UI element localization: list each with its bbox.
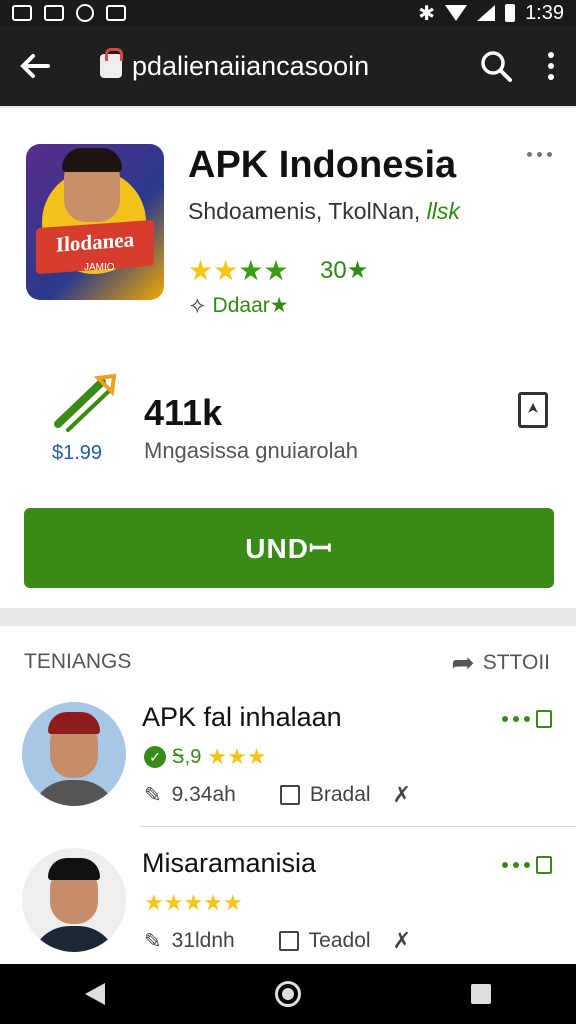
review-action-label: Teadol — [308, 929, 371, 952]
review-app-name: Misaramanisia — [142, 848, 317, 878]
star-icon: ★ — [213, 255, 239, 286]
review-date: 9.34ah — [171, 783, 236, 806]
app-rating-count: 30★ — [320, 257, 369, 284]
icon-sub-text: JAMIO — [84, 262, 115, 273]
app-title: APK Indonesia — [188, 144, 457, 186]
reviews-card: TENIANGS ➦ STTOII APK fal inhalaan ✓ Ꭶ,9… — [0, 626, 576, 966]
upload-icon — [536, 856, 552, 874]
review-rating: ✓ Ꭶ,9 ★★★ — [144, 744, 267, 770]
avatar — [22, 848, 126, 952]
app-rating-stars: ★ ★ ★ ★ — [188, 254, 288, 287]
edit-icon: ✎ — [144, 929, 162, 953]
review-score: Ꭶ,9 — [172, 745, 202, 768]
developer-tag: llsk — [426, 198, 460, 224]
app-developer[interactable]: Shdoamenis, TkolNan, llsk — [188, 198, 460, 225]
pin-icon[interactable]: ✗ — [393, 928, 411, 954]
sync-icon — [76, 4, 94, 22]
review-app-name: APK fal inhalaan — [142, 702, 342, 732]
review-date: 31ldnh — [171, 929, 235, 952]
checkbox-icon[interactable] — [279, 785, 300, 805]
upload-icon — [536, 710, 552, 728]
review-rating: ★★★★★ — [144, 890, 243, 916]
divider — [140, 826, 576, 827]
share-button[interactable]: ➦ STTOII — [451, 646, 550, 679]
review-actions[interactable] — [502, 856, 552, 874]
avatar — [22, 702, 126, 806]
download-icon — [106, 5, 126, 21]
check-icon: ✓ — [144, 746, 166, 768]
site-lock-icon — [100, 48, 123, 78]
install-button[interactable]: UNDꟷ — [24, 508, 554, 588]
more-dots-icon — [502, 862, 530, 868]
more-vert-icon[interactable] — [526, 52, 576, 80]
bluetooth-icon: ✱ — [418, 2, 436, 25]
nav-recent-icon[interactable] — [471, 984, 491, 1004]
back-arrow-icon[interactable] — [0, 53, 70, 79]
review-actions[interactable] — [502, 710, 552, 728]
status-time: 1:39 — [525, 1, 564, 24]
nav-back-icon[interactable] — [85, 983, 105, 1005]
browser-toolbar: pdalienaiiancasooin — [0, 26, 576, 106]
developer-name: Shdoamenis, TkolNan, — [188, 198, 421, 224]
image-icon — [12, 5, 32, 21]
status-bar: ✱ 1:39 — [0, 0, 576, 26]
bookmark-icon[interactable] — [518, 392, 548, 428]
system-nav-bar — [0, 964, 576, 1024]
more-dots-icon — [502, 716, 530, 722]
review-meta: ✎ 31ldnh Teadol ✗ — [144, 928, 411, 954]
app-more-icon[interactable] — [527, 152, 552, 157]
signal-icon — [477, 5, 496, 21]
checkbox-icon[interactable] — [278, 931, 299, 951]
app-details-card: Ilodanea JAMIO APK Indonesia Shdoamenis,… — [0, 108, 576, 608]
review-meta: ✎ 9.34ah Bradal ✗ — [144, 782, 411, 808]
star-icon: ★ — [188, 255, 214, 286]
verified-icon: ⟡ — [190, 292, 205, 317]
icon-hair-shape — [62, 148, 122, 172]
reviews-header: TENIANGS — [24, 650, 132, 673]
star-icon: ★★★ — [207, 744, 267, 769]
share-label: STTOII — [482, 650, 550, 674]
star-icon: ★★★★★ — [144, 890, 243, 915]
nav-home-icon[interactable] — [275, 981, 301, 1007]
review-item[interactable]: APK fal inhalaan ✓ Ꭶ,9 ★★★ ✎ 9.34ah Brad… — [0, 702, 576, 842]
review-action-label: Bradal — [309, 783, 371, 806]
download-graphic-icon — [50, 372, 120, 432]
app-price: $1.99 — [52, 442, 103, 464]
edit-icon: ✎ — [144, 783, 162, 807]
battery-icon — [505, 4, 516, 22]
download-count: 411k — [144, 392, 223, 433]
pin-icon[interactable]: ✗ — [393, 782, 411, 808]
share-icon: ➦ — [451, 647, 475, 678]
app-icon[interactable]: Ilodanea JAMIO — [26, 144, 164, 300]
app-badge: ⟡ Ddaar★ — [190, 292, 289, 318]
search-icon[interactable] — [466, 50, 526, 82]
download-count-label: Mngasissa gnuiarolah — [144, 438, 359, 463]
url-field[interactable]: pdalienaiiancasooin — [132, 51, 466, 82]
star-icon: ★ — [263, 255, 289, 286]
badge-text: Ddaar★ — [212, 293, 289, 317]
wifi-icon — [445, 5, 468, 21]
notification-icon — [44, 5, 64, 21]
star-icon: ★ — [238, 255, 264, 286]
